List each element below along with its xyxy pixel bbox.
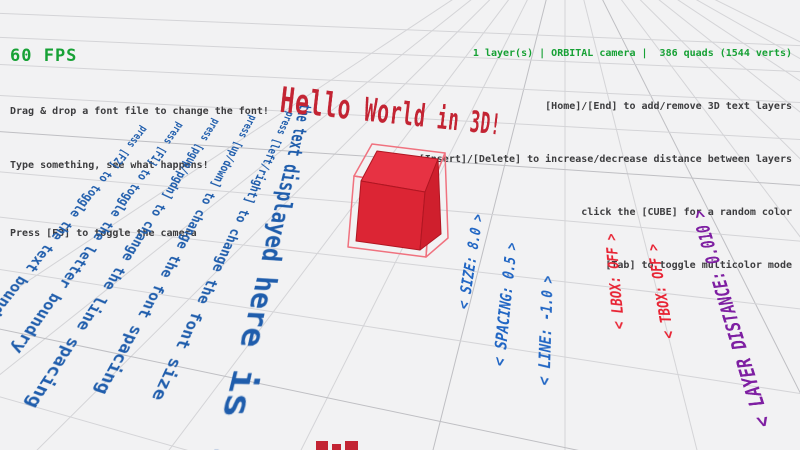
clipped-red-text-fragment <box>316 441 358 450</box>
hint-drag-drop: Drag & drop a font file to change the fo… <box>10 104 269 120</box>
hint-layer-distance: [Insert]/[Delete] to increase/decrease d… <box>419 152 792 167</box>
menu-line-3d-text: < LINE: -1.0 > <box>535 259 557 386</box>
stats-bar: 1 layer(s) | ORBITAL camera | 386 quads … <box>419 46 792 61</box>
cube-left-face[interactable] <box>356 181 425 250</box>
font-demo-viewport: 60 FPS Drag & drop a font file to change… <box>0 0 800 450</box>
fps-counter: 60 FPS <box>10 46 269 66</box>
red-cube[interactable] <box>356 151 441 250</box>
